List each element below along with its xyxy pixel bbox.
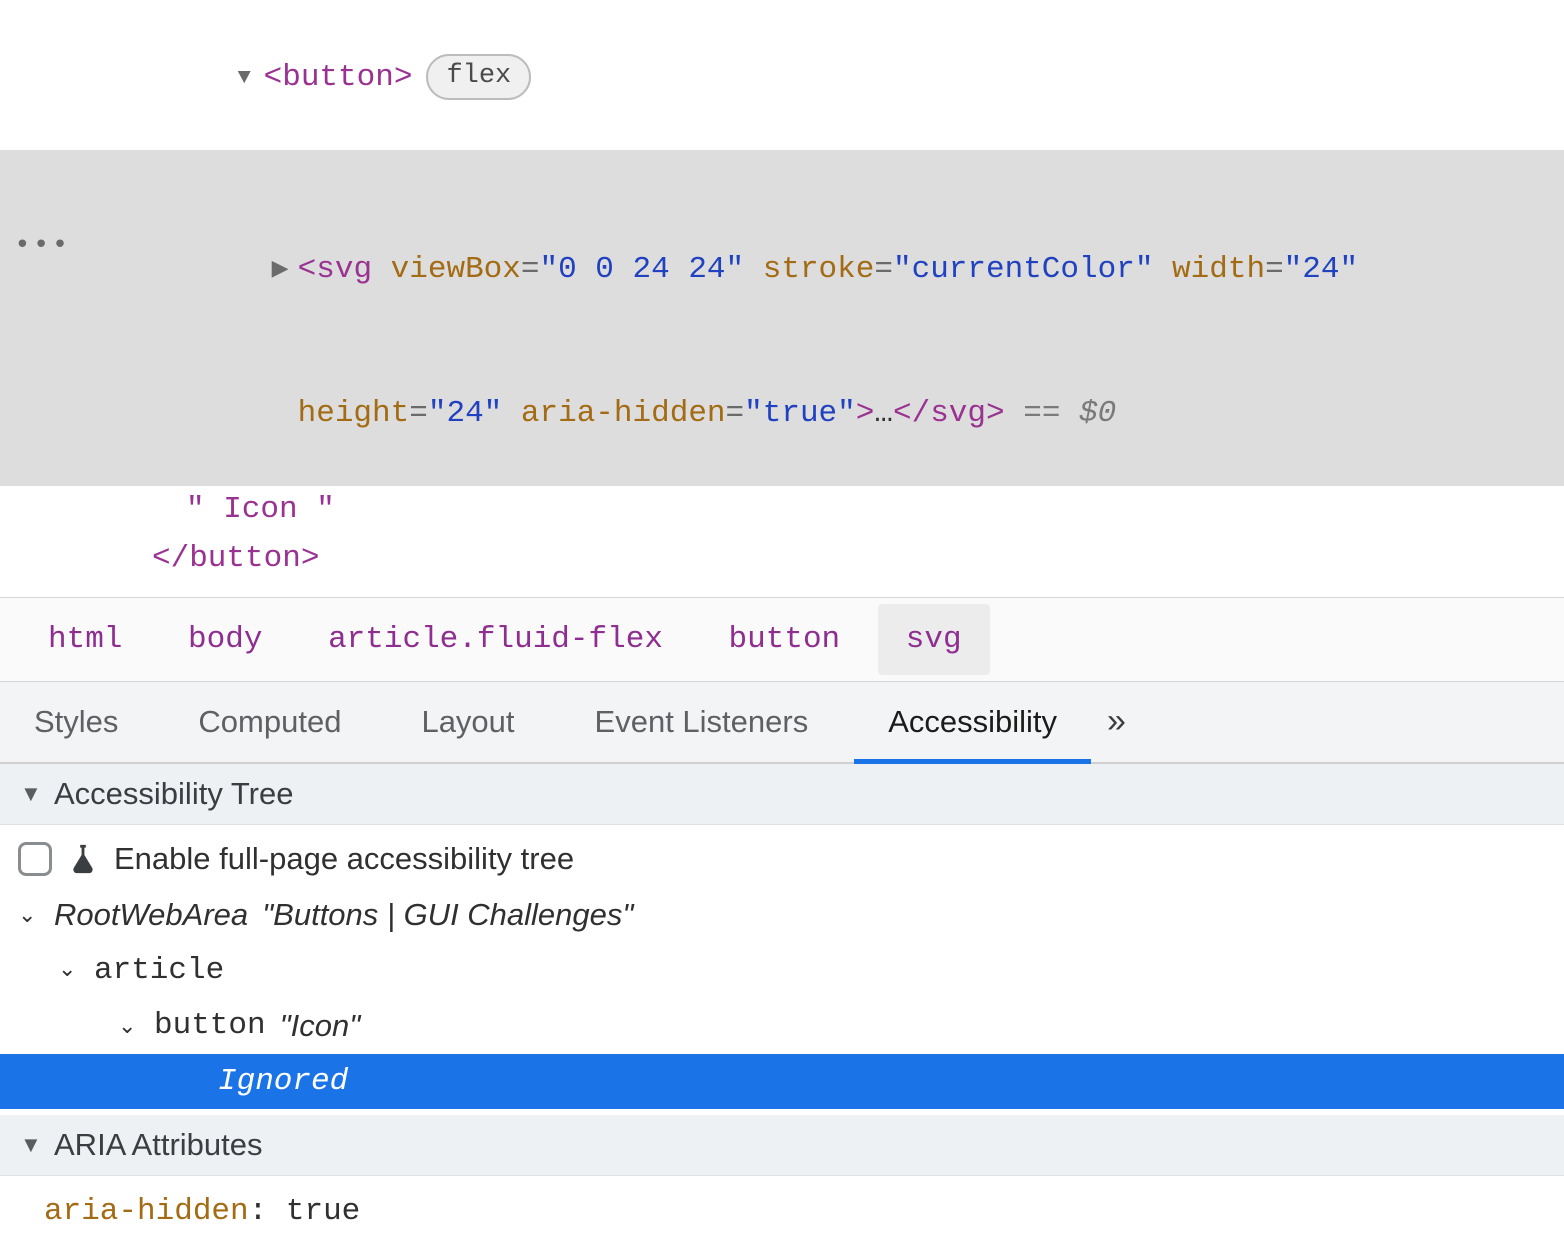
flex-badge[interactable]: flex [426, 54, 531, 100]
gutter-more-icon[interactable]: ••• [14, 225, 70, 268]
aria-attr-value: true [286, 1194, 360, 1229]
tab-styles[interactable]: Styles [0, 682, 158, 762]
sidebar-tabs: Styles Computed Layout Event Listeners A… [0, 682, 1564, 764]
elements-dom-tree: ▼<button> flex ••• ▶<svg viewBox="0 0 24 … [0, 0, 1564, 597]
section-aria-attributes[interactable]: ▼ ARIA Attributes [0, 1115, 1564, 1176]
enable-label: Enable full-page accessibility tree [114, 841, 574, 877]
crumb-html[interactable]: html [20, 604, 150, 675]
chevron-down-icon[interactable]: ⌄ [118, 1013, 140, 1039]
crumb-body[interactable]: body [160, 604, 290, 675]
accessibility-tree-panel: Enable full-page accessibility tree ⌄ Ro… [0, 825, 1564, 1115]
tab-event-listeners[interactable]: Event Listeners [555, 682, 849, 762]
disclosure-triangle-right-icon[interactable]: ▶ [272, 253, 298, 287]
chevron-down-icon[interactable]: ⌄ [18, 902, 40, 928]
chevron-down-icon[interactable]: ⌄ [58, 957, 80, 983]
tab-accessibility[interactable]: Accessibility [848, 682, 1097, 762]
tree-ignored-selected[interactable]: Ignored [0, 1054, 1564, 1109]
disclosure-triangle-down-icon[interactable]: ▼ [238, 61, 264, 95]
tab-layout[interactable]: Layout [381, 682, 554, 762]
dom-line-text-node[interactable]: " Icon " [0, 486, 1564, 534]
breadcrumb: html body article.fluid-flex button svg [0, 597, 1564, 682]
section-title: ARIA Attributes [54, 1127, 263, 1163]
dom-line-button-close[interactable]: </button> [0, 535, 1564, 583]
section-accessibility-tree[interactable]: ▼ Accessibility Tree [0, 764, 1564, 825]
dom-line-svg-cont[interactable]: height="24" aria-hidden="true">…</svg> =… [0, 342, 1564, 486]
disclosure-triangle-down-icon: ▼ [20, 781, 40, 807]
tree-root[interactable]: ⌄ RootWebArea "Buttons | GUI Challenges" [0, 887, 1564, 943]
enable-full-page-row[interactable]: Enable full-page accessibility tree [0, 831, 1564, 887]
crumb-button[interactable]: button [701, 604, 869, 675]
flask-icon [66, 842, 100, 876]
tabs-overflow-icon[interactable]: » [1097, 682, 1155, 762]
tree-article[interactable]: ⌄ article [0, 943, 1564, 998]
tab-computed[interactable]: Computed [158, 682, 381, 762]
dom-line-button-open[interactable]: ▼<button> flex [0, 6, 1564, 150]
disclosure-triangle-down-icon: ▼ [20, 1132, 40, 1158]
aria-attribute-row: aria-hidden: true [0, 1176, 1564, 1247]
dom-tag: <button> [264, 60, 413, 95]
aria-attr-name: aria-hidden [44, 1194, 249, 1229]
enable-checkbox[interactable] [18, 842, 52, 876]
section-title: Accessibility Tree [54, 776, 293, 812]
crumb-article[interactable]: article.fluid-flex [300, 604, 691, 675]
dom-line-svg-selected[interactable]: ••• ▶<svg viewBox="0 0 24 24" stroke="cu… [0, 150, 1564, 342]
crumb-svg[interactable]: svg [878, 604, 990, 675]
